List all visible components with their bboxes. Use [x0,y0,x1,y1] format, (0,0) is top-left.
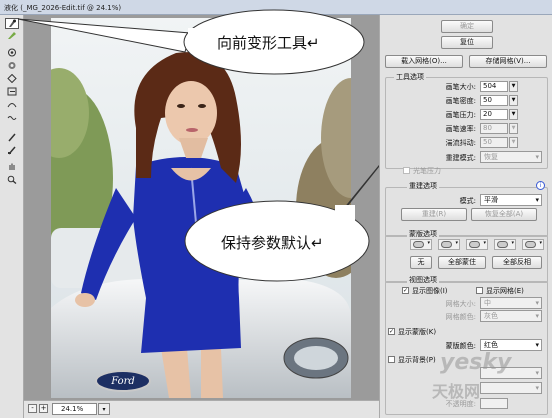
show-backdrop-checkbox[interactable] [388,356,395,363]
restore-all-button[interactable]: 恢复全部(A) [471,208,537,221]
stylus-pressure-checkbox[interactable] [403,167,410,174]
mask-none-button[interactable]: 无 [410,256,432,269]
turbulent-jitter-dropdown: ▼ [509,137,518,148]
load-mesh-button[interactable]: 载入网格(O)... [385,55,463,68]
reconstruct-mode-select-2[interactable]: 平滑 [480,194,542,206]
brush-pressure-dropdown[interactable]: ▼ [509,109,518,120]
backdrop-mode-select [480,382,542,394]
mask-add-selection[interactable]: ▾ [438,239,460,250]
mesh-size-select: 中 [480,297,542,309]
watermark-latin: yesky [440,350,512,375]
ok-button[interactable]: 确定 [441,20,493,33]
brush-rate-label: 画笔速率: [445,125,476,133]
mask-options-title: 蒙版选项 [407,229,439,239]
brush-density-label: 画笔密度: [445,97,476,105]
watermark-chinese: 天极网 [432,382,481,401]
brush-size-dropdown[interactable]: ▼ [509,81,518,92]
show-mask-label: 显示蒙版(K) [398,328,437,336]
mask-all-button[interactable]: 全部蒙住 [438,256,486,269]
zoom-in-button[interactable]: + [39,404,48,413]
turbulent-jitter-label: 湍流抖动: [445,139,476,147]
mask-intersect-selection[interactable]: ▾ [494,239,516,250]
zoom-out-button[interactable]: - [28,404,37,413]
zoom-field[interactable]: 24.1% [52,403,97,415]
brush-pressure-label: 画笔压力: [445,111,476,119]
invert-all-button[interactable]: 全部反相 [492,256,542,269]
mesh-color-label: 网格颜色: [445,313,476,321]
opacity-input [480,398,508,409]
reconstruct-mode-select: 恢复 [480,151,542,163]
zoom-dropdown-button[interactable]: ▾ [98,403,110,415]
save-mesh-button[interactable]: 存储网格(V)... [469,55,547,68]
stylus-pressure-label: 光笔压力 [413,167,441,175]
reconstruct-mode-label: 重建模式: [445,154,476,162]
brush-rate-dropdown: ▼ [509,123,518,134]
brush-density-dropdown[interactable]: ▼ [509,95,518,106]
callout-keep-default-text: 保持参数默认↵ [221,234,324,252]
show-image-label: 显示图像(I) [412,287,448,295]
mask-invert-selection[interactable]: ▾ [522,239,544,250]
show-mask-checkbox[interactable]: ✓ [388,328,395,335]
brush-size-input[interactable]: 504 [480,81,508,92]
brush-size-label: 画笔大小: [445,83,476,91]
info-icon[interactable]: i [536,181,545,190]
show-image-checkbox[interactable]: ✓ [402,287,409,294]
mask-subtract-selection[interactable]: ▾ [466,239,488,250]
turbulent-jitter-input: 50 [480,137,508,148]
brush-rate-input: 80 [480,123,508,134]
mesh-color-select: 灰色 [480,310,542,322]
reconstruct-button[interactable]: 重建(R) [401,208,467,221]
mask-replace-selection[interactable]: ▾ [410,239,432,250]
view-options-title: 视图选项 [407,275,439,285]
reconstruct-mode-label-2: 模式: [459,197,476,205]
reset-button[interactable]: 复位 [441,36,493,49]
brush-density-input[interactable]: 50 [480,95,508,106]
tool-options-title: 工具选项 [394,72,426,82]
mesh-size-label: 网格大小: [445,300,476,308]
callout-forward-warp-text: 向前变形工具↵ [217,34,320,52]
show-mesh-checkbox[interactable] [476,287,483,294]
show-backdrop-label: 显示背景(P) [398,356,436,364]
brush-pressure-input[interactable]: 20 [480,109,508,120]
reconstruct-options-title: 重建选项 [407,181,439,191]
show-mesh-label: 显示网格(E) [486,287,524,295]
status-bar: - + 24.1% ▾ [24,400,379,418]
